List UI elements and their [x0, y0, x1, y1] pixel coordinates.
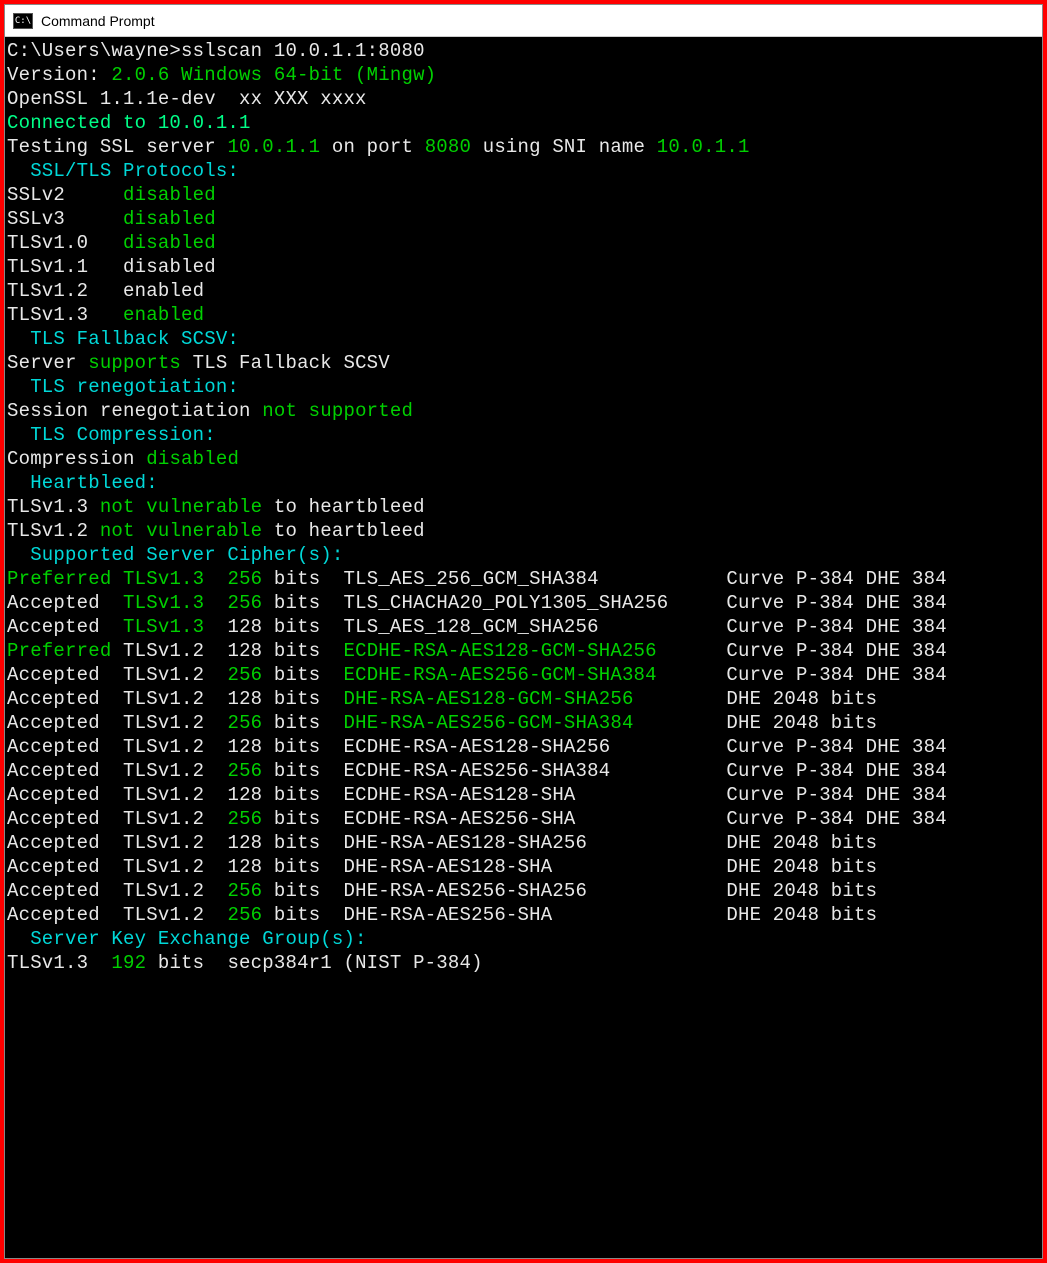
terminal-line: Preferred TLSv1.3 256 bits TLS_AES_256_G…: [7, 567, 1042, 591]
terminal-line: TLSv1.2 not vulnerable to heartbleed: [7, 519, 1042, 543]
window-title: Command Prompt: [41, 13, 155, 29]
terminal-line: TLS Fallback SCSV:: [7, 327, 1042, 351]
terminal-line: TLSv1.3 192 bits secp384r1 (NIST P-384): [7, 951, 1042, 975]
terminal-output[interactable]: C:\Users\wayne>sslscan 10.0.1.1:8080Vers…: [5, 37, 1042, 1258]
terminal-line: Connected to 10.0.1.1: [7, 111, 1042, 135]
terminal-line: Accepted TLSv1.2 128 bits DHE-RSA-AES128…: [7, 831, 1042, 855]
cmd-icon: C:\: [13, 13, 33, 29]
terminal-line: SSLv2 disabled: [7, 183, 1042, 207]
terminal-line: Accepted TLSv1.2 256 bits DHE-RSA-AES256…: [7, 711, 1042, 735]
terminal-line: Testing SSL server 10.0.1.1 on port 8080…: [7, 135, 1042, 159]
terminal-line: Server supports TLS Fallback SCSV: [7, 351, 1042, 375]
terminal-line: Accepted TLSv1.2 128 bits ECDHE-RSA-AES1…: [7, 735, 1042, 759]
terminal-line: Accepted TLSv1.3 128 bits TLS_AES_128_GC…: [7, 615, 1042, 639]
terminal-line: Accepted TLSv1.2 256 bits ECDHE-RSA-AES2…: [7, 663, 1042, 687]
terminal-line: Version: 2.0.6 Windows 64-bit (Mingw): [7, 63, 1042, 87]
terminal-line: C:\Users\wayne>sslscan 10.0.1.1:8080: [7, 39, 1042, 63]
titlebar[interactable]: C:\ Command Prompt: [5, 5, 1042, 37]
terminal-line: Accepted TLSv1.2 256 bits ECDHE-RSA-AES2…: [7, 759, 1042, 783]
terminal-line: OpenSSL 1.1.1e-dev xx XXX xxxx: [7, 87, 1042, 111]
terminal-line: TLS renegotiation:: [7, 375, 1042, 399]
terminal-line: SSL/TLS Protocols:: [7, 159, 1042, 183]
terminal-line: Accepted TLSv1.2 256 bits DHE-RSA-AES256…: [7, 879, 1042, 903]
terminal-line: Preferred TLSv1.2 128 bits ECDHE-RSA-AES…: [7, 639, 1042, 663]
terminal-line: Accepted TLSv1.2 128 bits DHE-RSA-AES128…: [7, 855, 1042, 879]
terminal-line: Accepted TLSv1.2 128 bits DHE-RSA-AES128…: [7, 687, 1042, 711]
terminal-line: TLSv1.1 disabled: [7, 255, 1042, 279]
terminal-line: Heartbleed:: [7, 471, 1042, 495]
terminal-line: TLSv1.0 disabled: [7, 231, 1042, 255]
terminal-line: Server Key Exchange Group(s):: [7, 927, 1042, 951]
command-prompt-window: C:\ Command Prompt C:\Users\wayne>sslsca…: [4, 4, 1043, 1259]
terminal-line: Accepted TLSv1.2 256 bits ECDHE-RSA-AES2…: [7, 807, 1042, 831]
terminal-line: Supported Server Cipher(s):: [7, 543, 1042, 567]
terminal-line: Accepted TLSv1.2 128 bits ECDHE-RSA-AES1…: [7, 783, 1042, 807]
terminal-line: Session renegotiation not supported: [7, 399, 1042, 423]
terminal-line: Compression disabled: [7, 447, 1042, 471]
terminal-line: TLSv1.2 enabled: [7, 279, 1042, 303]
terminal-line: Accepted TLSv1.2 256 bits DHE-RSA-AES256…: [7, 903, 1042, 927]
terminal-line: TLSv1.3 enabled: [7, 303, 1042, 327]
terminal-line: TLS Compression:: [7, 423, 1042, 447]
terminal-line: SSLv3 disabled: [7, 207, 1042, 231]
terminal-line: TLSv1.3 not vulnerable to heartbleed: [7, 495, 1042, 519]
terminal-line: Accepted TLSv1.3 256 bits TLS_CHACHA20_P…: [7, 591, 1042, 615]
